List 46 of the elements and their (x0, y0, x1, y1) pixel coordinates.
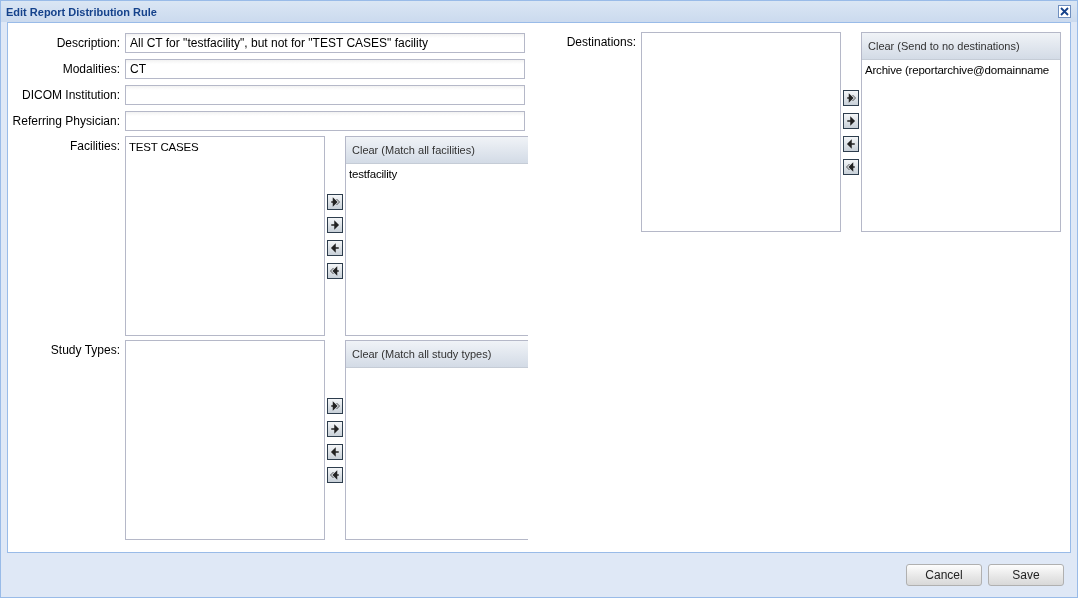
move-all-right-button[interactable] (327, 193, 343, 210)
right-arrow-icon (329, 218, 341, 231)
move-left-button[interactable] (327, 443, 343, 460)
right-arrow-icon (845, 114, 857, 127)
move-all-right-button[interactable] (327, 397, 343, 414)
field-label: Referring Physician: (11, 114, 121, 128)
double-left-arrow-icon (329, 468, 341, 481)
dialog-button[interactable]: Cancel (906, 564, 982, 586)
move-all-right-button[interactable] (843, 89, 859, 106)
close-button[interactable] (1058, 5, 1071, 18)
dialog-button[interactable]: Save (988, 564, 1064, 586)
field-label: Description: (55, 36, 121, 50)
move-all-left-button[interactable] (843, 158, 859, 175)
text-field[interactable]: CT (125, 59, 525, 79)
move-left-button[interactable] (327, 239, 343, 256)
list-item[interactable]: Archive (reportarchive@domainname (862, 60, 1060, 77)
clear-button[interactable]: Clear (Match all facilities) (346, 137, 528, 164)
move-all-left-button[interactable] (327, 466, 343, 483)
text-field[interactable] (125, 85, 525, 105)
double-left-arrow-icon (845, 160, 857, 173)
window-title: Edit Report Distribution Rule (6, 5, 157, 18)
list-item[interactable]: TEST CASES (126, 137, 324, 154)
field-label: Study Types: (49, 342, 121, 357)
move-right-button[interactable] (327, 420, 343, 437)
close-icon (1060, 7, 1069, 16)
move-left-button[interactable] (843, 135, 859, 152)
clear-button[interactable]: Clear (Send to no destinations) (862, 33, 1060, 60)
double-right-arrow-icon (329, 399, 341, 412)
left-arrow-icon (329, 445, 341, 458)
field-label: Destinations: (565, 34, 637, 49)
field-label: Modalities: (61, 62, 121, 76)
left-arrow-icon (329, 241, 341, 254)
double-right-arrow-icon (329, 195, 341, 208)
field-label: Facilities: (69, 138, 121, 153)
text-field[interactable]: All CT for "testfacility", but not for "TEST CASES" facility (125, 33, 525, 53)
text-field[interactable] (125, 111, 525, 131)
field-label: DICOM Institution: (20, 88, 121, 102)
move-all-left-button[interactable] (327, 262, 343, 279)
move-right-button[interactable] (327, 216, 343, 233)
move-right-button[interactable] (843, 112, 859, 129)
right-arrow-icon (329, 422, 341, 435)
clear-button[interactable]: Clear (Match all study types) (346, 341, 528, 368)
double-left-arrow-icon (329, 264, 341, 277)
double-right-arrow-icon (845, 91, 857, 104)
left-arrow-icon (845, 137, 857, 150)
list-item[interactable]: testfacility (346, 164, 528, 181)
